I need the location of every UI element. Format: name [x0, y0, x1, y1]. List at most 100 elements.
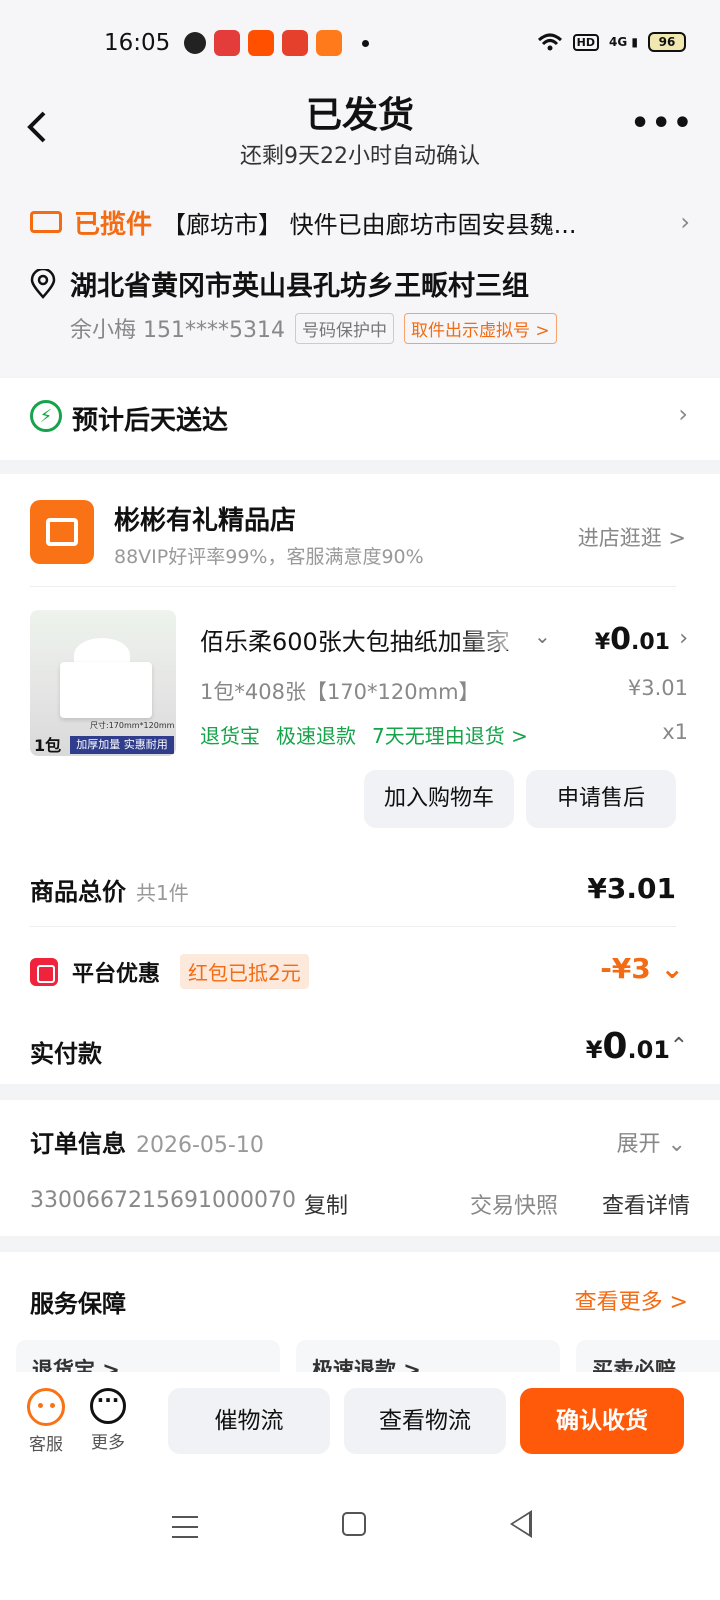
confirm-receipt-button[interactable]: 确认收货	[520, 1388, 684, 1454]
expand-label: 展开	[616, 1132, 661, 1157]
delivery-estimate: 预计后天送达	[72, 406, 229, 436]
image-pack-label: 1包	[34, 736, 62, 755]
copy-button[interactable]: 复制	[304, 1188, 348, 1220]
contact-row: 余小梅 151****5314 号码保护中 取件出示虚拟号 >	[70, 312, 557, 344]
more-dots-icon: ···	[90, 1388, 126, 1424]
back-nav-icon[interactable]	[510, 1510, 532, 1538]
hd-icon: HD	[572, 33, 600, 51]
paid-value: ¥0.01	[586, 1026, 670, 1067]
paid-symbol: ¥	[585, 1036, 603, 1064]
wifi-icon	[537, 33, 562, 51]
chevron-up-icon[interactable]: ⌃	[670, 1034, 688, 1059]
notification-icons	[184, 30, 369, 56]
page-title: 已发货	[305, 95, 414, 136]
recipient-contact: 余小梅 151****5314	[70, 318, 285, 343]
product-price: ¥0.01	[595, 622, 670, 657]
more-button[interactable]: ··· 更多	[86, 1388, 130, 1453]
address-row: 湖北省黄冈市英山县孔坊乡王畈村三组	[30, 264, 690, 303]
shop-logo[interactable]	[30, 500, 94, 564]
order-info-card: 订单信息 2026-05-10 展开 ⌄ 3300667215691000070 …	[0, 1100, 720, 1236]
chevron-down-icon[interactable]: ⌄	[534, 624, 551, 648]
recent-apps-icon[interactable]	[172, 1516, 198, 1538]
total-count: 共1件	[136, 881, 189, 905]
product-quantity: x1	[662, 720, 688, 744]
order-title: 订单信息	[30, 1130, 126, 1158]
image-size-text: 尺寸:170mm*120mm	[90, 721, 175, 730]
chevron-right-icon[interactable]: ›	[679, 626, 688, 651]
app-icon	[316, 30, 342, 56]
customer-service-button[interactable]: 客服	[24, 1388, 68, 1455]
see-more-link[interactable]: 查看更多 >	[575, 1284, 688, 1316]
paid-integer: 0	[602, 1026, 628, 1067]
wechat-icon	[184, 32, 206, 54]
home-icon[interactable]	[342, 1512, 366, 1536]
price-decimal: .01	[631, 630, 670, 655]
signal-icon: 4G ▮	[609, 35, 638, 49]
total-label: 商品总价	[30, 878, 126, 906]
truck-icon	[30, 211, 62, 233]
product-image[interactable]: 尺寸:170mm*120mm 1包 加厚加量 实惠耐用	[30, 610, 176, 756]
shop-name[interactable]: 彬彬有礼精品店	[114, 500, 296, 537]
order-info-title: 订单信息 2026-05-10	[30, 1124, 264, 1159]
paid-decimal: .01	[627, 1036, 670, 1064]
delivery-estimate-row[interactable]: ⚡ 预计后天送达 ›	[0, 378, 720, 460]
price-integer: 0	[610, 622, 632, 657]
original-price: ¥3.01	[627, 676, 688, 700]
enter-shop-link[interactable]: 进店逛逛 >	[578, 522, 686, 552]
shipping-status: 已揽件	[74, 209, 153, 240]
more-options-icon[interactable]: •••	[630, 106, 694, 141]
chevron-right-icon: ›	[680, 208, 690, 236]
shipping-detail: 【廊坊市】 快件已由廊坊市固安县魏...	[162, 210, 577, 239]
order-header-section: 16:05 HD 4G ▮ 96 已发货 还剩9天22小时自动确认 ••• 已揽…	[0, 0, 720, 376]
more-notifications-dot	[362, 39, 369, 47]
virtual-number-button[interactable]: 取件出示虚拟号 >	[403, 312, 557, 344]
service-title: 服务保障	[30, 1290, 126, 1318]
shop-card: 彬彬有礼精品店 88VIP好评率99%，客服满意度90% 进店逛逛 > 尺寸:1…	[0, 474, 720, 1084]
status-indicators: HD 4G ▮ 96	[537, 32, 686, 52]
system-navigation-bar	[0, 1490, 720, 1600]
view-details-link[interactable]: 查看详情	[602, 1188, 690, 1220]
signal-label: 4G	[609, 35, 628, 49]
discount-amount: -¥3	[600, 952, 651, 985]
tmall-icon	[282, 30, 308, 56]
red-packet-icon	[30, 958, 58, 986]
platform-discount-label: 平台优惠	[72, 962, 161, 987]
taobao-icon	[248, 30, 274, 56]
battery-icon: 96	[648, 32, 686, 52]
paid-label: 实付款	[30, 1040, 102, 1068]
discount-badge: 红包已抵2元	[180, 954, 309, 989]
expand-button[interactable]: 展开 ⌄	[617, 1126, 686, 1158]
more-label: 更多	[91, 1433, 125, 1453]
product-spec: 1包*408张【170*120mm】	[200, 680, 480, 704]
tag-return-insurance: 退货宝	[200, 724, 260, 748]
tag-fast-refund: 极速退款	[276, 724, 356, 748]
logistics-row[interactable]: 已揽件 【廊坊市】 快件已由廊坊市固安县魏... ›	[30, 202, 690, 242]
discount-value[interactable]: -¥3 ⌄	[600, 952, 684, 985]
delivery-address: 湖北省黄冈市英山县孔坊乡王畈村三组	[70, 271, 529, 302]
view-logistics-button[interactable]: 查看物流	[344, 1388, 506, 1454]
status-bar: 16:05 HD 4G ▮ 96	[0, 26, 720, 62]
trade-snapshot-link[interactable]: 交易快照	[470, 1188, 558, 1220]
product-service-tags[interactable]: 退货宝 极速退款 7天无理由退货 >	[200, 720, 528, 749]
lightning-icon: ⚡	[30, 400, 62, 432]
divider	[30, 926, 676, 927]
order-date: 2026-05-10	[136, 1133, 264, 1158]
auto-confirm-countdown: 还剩9天22小时自动确认	[240, 144, 480, 169]
total-price-value: ¥3.01	[587, 872, 676, 905]
add-to-cart-button[interactable]: 加入购物车	[364, 770, 514, 828]
after-sale-button[interactable]: 申请售后	[526, 770, 676, 828]
urge-logistics-button[interactable]: 催物流	[168, 1388, 330, 1454]
customer-service-icon	[27, 1388, 65, 1426]
chevron-right-icon: ›	[678, 400, 688, 428]
privacy-badge: 号码保护中	[294, 312, 394, 344]
divider	[30, 586, 676, 587]
status-time: 16:05	[104, 30, 171, 56]
toutiao-icon	[214, 30, 240, 56]
customer-service-label: 客服	[29, 1435, 63, 1455]
order-number: 3300667215691000070	[30, 1188, 296, 1213]
tag-7day-return: 7天无理由退货 >	[372, 724, 528, 748]
price-symbol: ¥	[594, 630, 611, 655]
location-pin-icon	[30, 268, 56, 299]
shop-rating: 88VIP好评率99%，客服满意度90%	[114, 546, 424, 568]
image-band-text: 加厚加量 实惠耐用	[70, 736, 174, 754]
